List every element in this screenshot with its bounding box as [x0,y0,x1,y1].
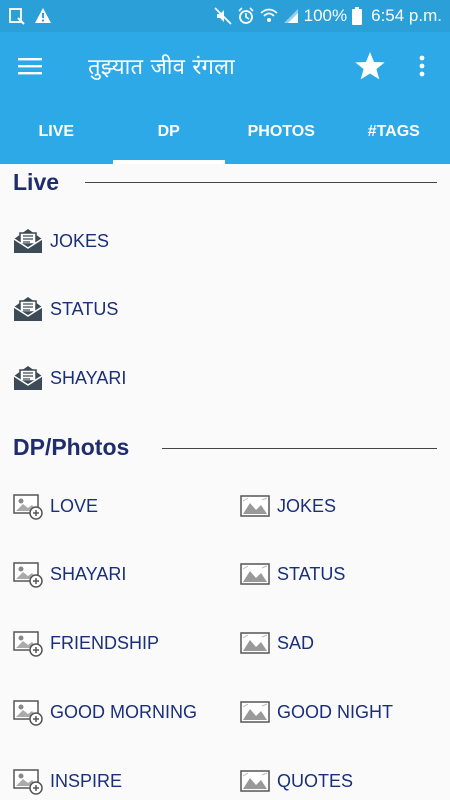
favorite-button[interactable] [348,44,392,88]
hamburger-menu-icon [18,58,42,75]
section-title-dp-photos: DP/Photos [13,434,130,460]
clock: 6:54 p.m. [371,6,442,25]
section-divider [162,448,437,449]
dp-item-label: LOVE [50,495,99,516]
tab-tags[interactable]: #TAGS [338,100,450,164]
dp-item-label: STATUS [277,563,346,584]
dp-item-quotes[interactable]: QUOTES [240,761,353,800]
dp-item-inspire[interactable]: INSPIRE [13,761,122,800]
dp-item-label: FRIENDSHIP [50,632,160,653]
add-photo-icon [13,769,43,795]
signal-icon [283,8,299,24]
tab-bar: LIVE DP PHOTOS #TAGS [0,100,450,164]
landscape-image-icon [240,770,270,792]
landscape-image-icon [240,632,270,654]
open-envelope-icon [13,297,43,321]
add-photo-icon [13,700,43,726]
section-title-live: Live [13,169,60,195]
app-title: तुझ्यात जीव रंगला [88,55,235,80]
battery-level: 100% [303,6,348,25]
live-item-status[interactable]: STATUS [13,289,118,329]
add-photo-icon [13,631,43,657]
wifi-icon [260,7,278,25]
dp-item-good-morning[interactable]: GOOD MORNING [13,692,197,732]
open-envelope-icon [13,229,43,253]
status-bar: 100% 6:54 p.m. [0,0,450,32]
add-photo-icon [13,494,43,520]
content-area: Live JOKES STATUS SHAYARI DP/Photos LOVE… [0,164,450,800]
add-photo-icon [13,562,43,588]
live-item-jokes[interactable]: JOKES [13,221,109,261]
tab-photos[interactable]: PHOTOS [225,100,338,164]
dp-item-friendship[interactable]: FRIENDSHIP [13,623,159,663]
dp-item-love[interactable]: LOVE [13,486,98,526]
dp-item-good-night[interactable]: GOOD NIGHT [240,692,393,732]
alarm-icon [237,7,255,25]
dp-item-label: GOOD NIGHT [277,701,393,722]
live-item-label: JOKES [50,230,110,251]
tab-live[interactable]: LIVE [0,100,113,164]
dp-item-jokes[interactable]: JOKES [240,486,336,526]
menu-button[interactable] [0,32,60,100]
battery-icon [352,7,363,25]
dp-item-label: SAD [277,632,315,653]
dp-item-shayari[interactable]: SHAYARI [13,554,126,594]
live-item-label: STATUS [50,298,119,319]
dp-item-label: SHAYARI [50,563,127,584]
app-bar: तुझ्यात जीव रंगला [0,32,450,100]
live-item-shayari[interactable]: SHAYARI [13,358,126,398]
warning-icon [34,7,52,25]
dp-item-label: INSPIRE [50,770,123,791]
live-item-label: SHAYARI [50,367,127,388]
dp-item-label: GOOD MORNING [50,701,197,722]
landscape-image-icon [240,563,270,585]
section-divider [85,182,437,183]
star-icon [355,52,385,80]
landscape-image-icon [240,701,270,723]
dp-item-label: JOKES [277,495,337,516]
notification-icon [8,7,26,25]
mute-icon [214,7,232,25]
tab-dp[interactable]: DP [112,100,226,164]
open-envelope-icon [13,366,43,390]
dp-item-label: QUOTES [277,770,354,791]
more-options-button[interactable] [406,44,438,88]
landscape-image-icon [240,495,270,517]
more-vert-icon [419,55,425,77]
dp-item-sad[interactable]: SAD [240,623,314,663]
dp-item-status[interactable]: STATUS [240,554,345,594]
